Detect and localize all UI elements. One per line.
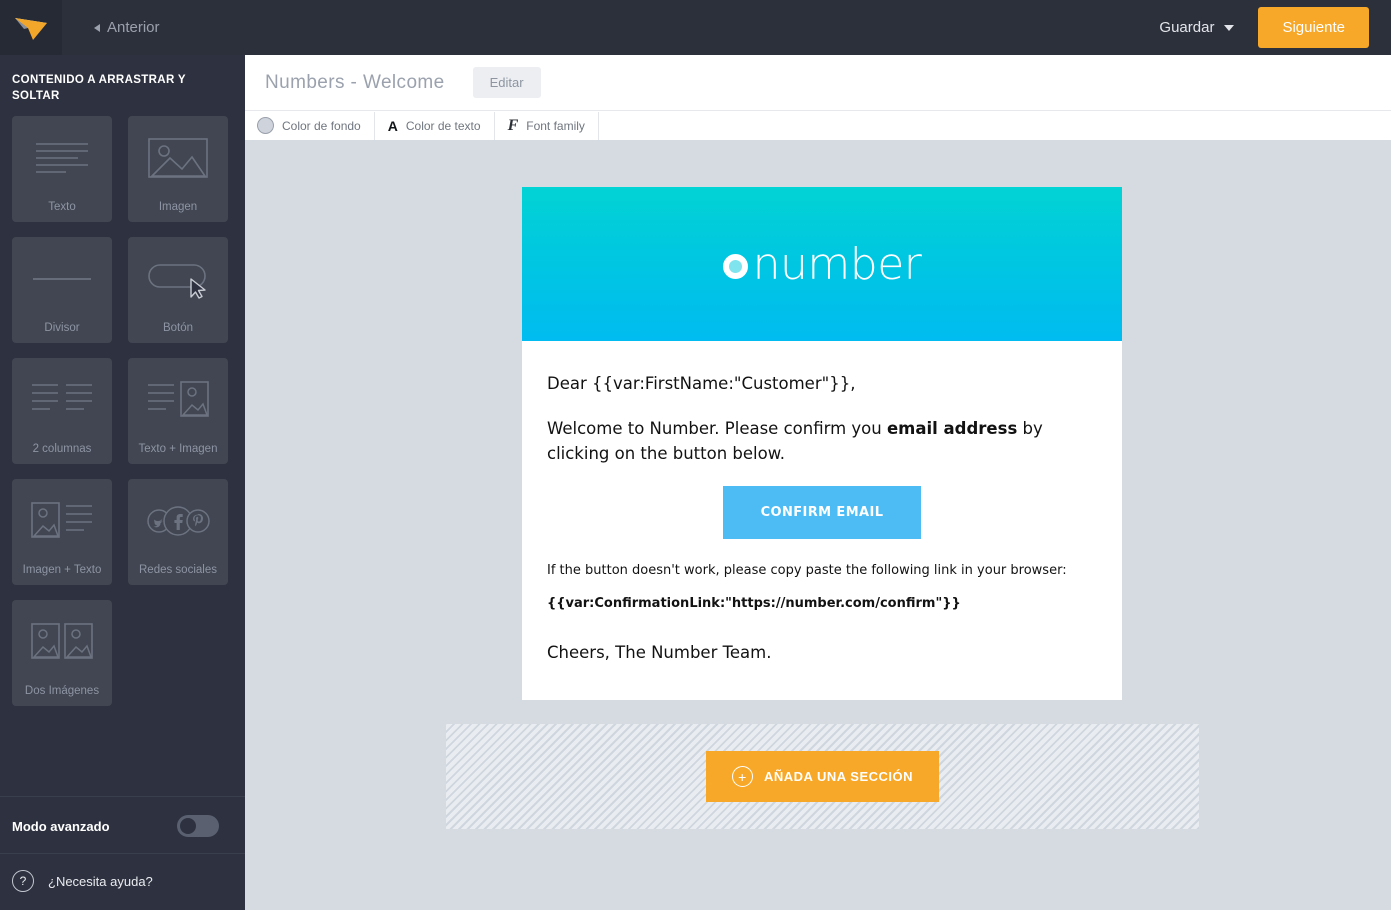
- block-label: Divisor: [44, 321, 80, 334]
- color-swatch-icon: [257, 117, 274, 134]
- help-label: ¿Necesita ayuda?: [48, 873, 153, 889]
- email-body[interactable]: Dear {{var:FirstName:"Customer"}}, Welco…: [522, 341, 1122, 700]
- add-section-dropzone[interactable]: + AÑADA UNA SECCIÓN: [446, 724, 1199, 829]
- email-intro-bold: email address: [886, 418, 1018, 438]
- block-divisor[interactable]: Divisor: [12, 237, 112, 344]
- block-label: Botón: [162, 321, 194, 334]
- text-lines-icon: [12, 116, 112, 200]
- text-color-A-icon: A: [387, 117, 398, 134]
- page-title: Numbers - Welcome: [265, 71, 445, 93]
- advanced-mode-toggle[interactable]: [177, 815, 219, 837]
- block-label: Redes sociales: [139, 563, 217, 576]
- next-button[interactable]: Siguiente: [1258, 7, 1369, 48]
- block-imagen-texto[interactable]: Imagen + Texto: [12, 479, 112, 586]
- cta-wrapper: CONFIRM EMAIL: [547, 485, 1097, 539]
- app-logo[interactable]: [0, 0, 62, 55]
- tool-label: Color de fondo: [282, 118, 361, 133]
- email-intro: Welcome to Number. Please confirm you em…: [547, 416, 1097, 467]
- block-label: Imagen + Texto: [22, 563, 102, 576]
- block-label: Imagen: [158, 200, 198, 213]
- top-bar: Anterior Guardar Siguiente: [0, 0, 1391, 55]
- paper-plane-logo-icon: [15, 17, 47, 40]
- block-2-columnas[interactable]: 2 columnas: [12, 358, 112, 465]
- two-images-icon: [12, 600, 112, 684]
- advanced-mode-row: Modo avanzado: [0, 796, 245, 853]
- email-signoff: Cheers, The Number Team.: [547, 643, 772, 663]
- block-label: 2 columnas: [32, 442, 92, 455]
- block-label: Texto + Imagen: [138, 442, 218, 455]
- block-imagen[interactable]: Imagen: [128, 116, 228, 223]
- block-dos-imagenes[interactable]: Dos Imágenes: [12, 600, 112, 707]
- chevron-down-icon: [1224, 24, 1235, 31]
- draggable-blocks-list: Texto Imagen Divisor Botón 2 columnas Te…: [0, 116, 245, 796]
- email-hero-banner[interactable]: number: [522, 187, 1122, 341]
- sidebar-footer: Modo avanzado ? ¿Necesita ayuda?: [0, 796, 245, 910]
- editor-header: Numbers - Welcome Editar: [245, 55, 1391, 110]
- number-logo: number: [722, 238, 922, 290]
- button-pill-cursor-icon: [128, 237, 228, 321]
- image-text-icon: [12, 479, 112, 563]
- help-button[interactable]: ? ¿Necesita ayuda?: [0, 853, 245, 910]
- add-section-button[interactable]: + AÑADA UNA SECCIÓN: [705, 751, 940, 802]
- edit-button[interactable]: Editar: [472, 67, 541, 98]
- number-logo-text: number: [752, 238, 922, 290]
- save-label: Guardar: [1159, 19, 1215, 36]
- tool-label: Color de texto: [405, 118, 481, 133]
- toggle-knob: [180, 818, 196, 834]
- social-networks-icon: [128, 479, 228, 563]
- block-texto-imagen[interactable]: Texto + Imagen: [128, 358, 228, 465]
- block-label: Dos Imágenes: [24, 684, 100, 697]
- previous-label: Anterior: [107, 19, 160, 36]
- divider-line-icon: [12, 237, 112, 321]
- plus-circle-icon: +: [731, 766, 753, 787]
- tool-label: Font family: [526, 118, 585, 133]
- chevron-left-icon: [94, 23, 100, 32]
- content-sidebar: CONTENIDO A ARRASTRAR Y SOLTAR Texto Ima…: [0, 55, 245, 910]
- save-dropdown[interactable]: Guardar: [1159, 19, 1235, 36]
- email-intro-prefix: Welcome to Number. Please confirm you: [547, 418, 887, 438]
- confirm-email-button[interactable]: CONFIRM EMAIL: [722, 485, 922, 539]
- text-color-tool[interactable]: A Color de texto: [375, 111, 495, 140]
- image-icon: [128, 116, 228, 200]
- email-confirmation-link: {{var:ConfirmationLink:"https://number.c…: [547, 596, 961, 612]
- email-fallback-text: If the button doesn't work, please copy …: [547, 562, 1067, 578]
- font-family-F-icon: F: [507, 116, 519, 134]
- block-redes-sociales[interactable]: Redes sociales: [128, 479, 228, 586]
- font-family-tool[interactable]: F Font family: [495, 111, 599, 140]
- format-toolbar: Color de fondo A Color de texto F Font f…: [245, 110, 1391, 140]
- background-color-tool[interactable]: Color de fondo: [245, 111, 375, 140]
- previous-button[interactable]: Anterior: [94, 19, 160, 36]
- question-mark-icon: ?: [12, 870, 34, 892]
- block-texto[interactable]: Texto: [12, 116, 112, 223]
- top-bar-actions: Guardar Siguiente: [1159, 7, 1391, 48]
- email-card[interactable]: number Dear {{var:FirstName:"Customer"}}…: [522, 187, 1122, 700]
- sidebar-title: CONTENIDO A ARRASTRAR Y SOLTAR: [12, 74, 186, 102]
- email-canvas: number Dear {{var:FirstName:"Customer"}}…: [245, 140, 1391, 910]
- two-columns-icon: [12, 358, 112, 442]
- app-root: Anterior Guardar Siguiente CONTENIDO A A…: [0, 0, 1391, 910]
- add-section-label: AÑADA UNA SECCIÓN: [763, 769, 914, 784]
- block-label: Texto: [48, 200, 76, 213]
- email-greeting: Dear {{var:FirstName:"Customer"}},: [547, 374, 856, 393]
- advanced-mode-label: Modo avanzado: [12, 818, 110, 834]
- block-boton[interactable]: Botón: [128, 237, 228, 344]
- text-image-icon: [128, 358, 228, 442]
- number-ring-icon: [722, 253, 748, 279]
